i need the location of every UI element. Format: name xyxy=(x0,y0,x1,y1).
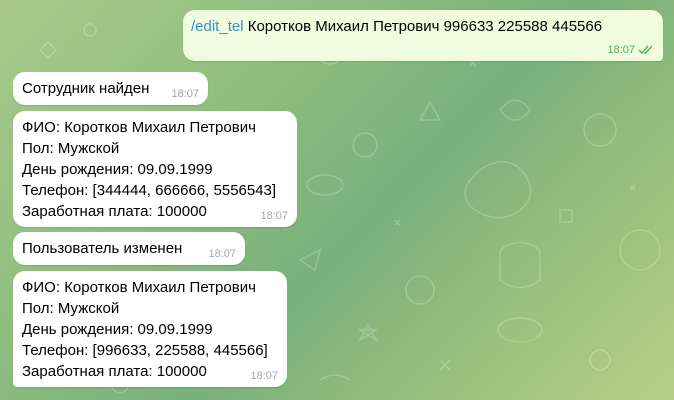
detail-line: Телефон: [996633, 225588, 445566] xyxy=(22,342,268,359)
incoming-message[interactable]: ФИО: Коротков Михаил Петрович Пол: Мужск… xyxy=(13,271,287,387)
detail-line: Телефон: [344444, 666666, 5556543] xyxy=(22,182,277,199)
message-meta: 18:07 xyxy=(260,210,288,222)
message-time: 18:07 xyxy=(250,370,278,382)
detail-line: День рождения: 09.09.1999 xyxy=(22,161,213,178)
message-meta: 18:07 xyxy=(171,88,199,100)
incoming-message[interactable]: Пользователь изменен 18:07 xyxy=(13,232,245,265)
incoming-message[interactable]: ФИО: Коротков Михаил Петрович Пол: Мужск… xyxy=(13,111,297,227)
detail-line: Пол: Мужской xyxy=(22,300,120,317)
command-link[interactable]: /edit_tel xyxy=(191,18,244,35)
message-time: 18:07 xyxy=(607,44,635,56)
detail-line: ФИО: Коротков Михаил Петрович xyxy=(22,119,256,136)
message-time: 18:07 xyxy=(260,210,288,222)
message-time: 18:07 xyxy=(208,248,236,260)
detail-line: Заработная плата: 100000 xyxy=(22,363,207,380)
chat-history[interactable]: /edit_tel Коротков Михаил Петрович 99663… xyxy=(0,0,674,400)
message-meta: 18:07 xyxy=(208,248,236,260)
command-args: Коротков Михаил Петрович 996633 225588 4… xyxy=(243,18,603,35)
detail-line: Пол: Мужской xyxy=(22,140,120,157)
incoming-message[interactable]: Сотрудник найден 18:07 xyxy=(13,72,208,105)
detail-line: Заработная плата: 100000 xyxy=(22,203,207,220)
message-time: 18:07 xyxy=(171,88,199,100)
message-meta: 18:07 xyxy=(250,370,278,382)
double-check-icon xyxy=(638,45,653,55)
detail-line: ФИО: Коротков Михаил Петрович xyxy=(22,279,256,296)
message-meta: 18:07 xyxy=(607,44,654,56)
detail-line: День рождения: 09.09.1999 xyxy=(22,321,213,338)
message-text: /edit_tel Коротков Михаил Петрович 99663… xyxy=(191,16,653,37)
outgoing-message[interactable]: /edit_tel Коротков Михаил Петрович 99663… xyxy=(183,10,663,61)
